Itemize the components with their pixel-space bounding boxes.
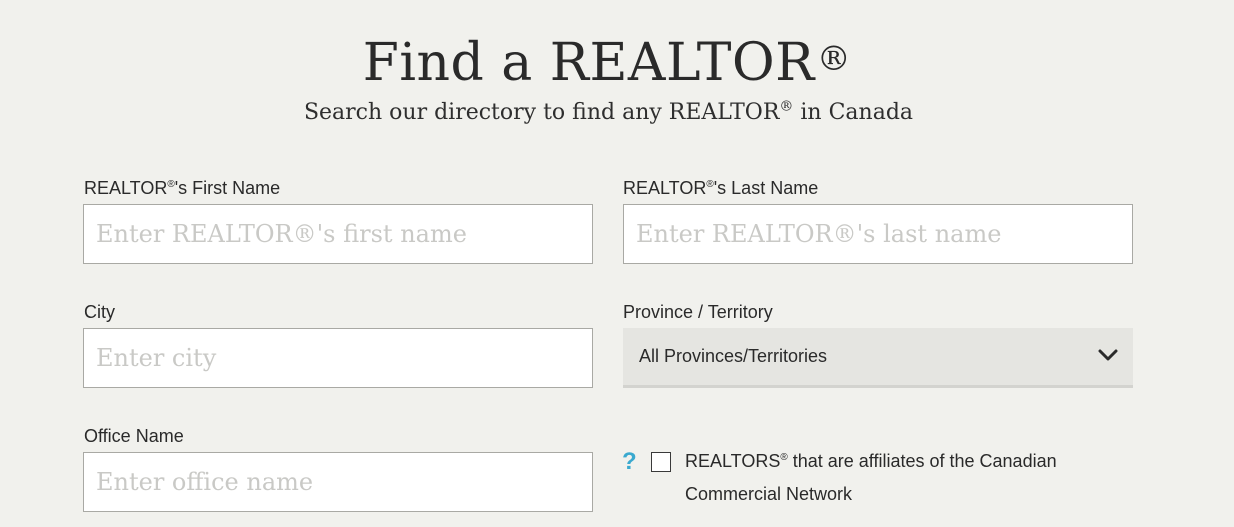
page-title-text: Find a REALTOR (362, 33, 815, 93)
last-name-label-suffix: 's Last Name (713, 178, 819, 198)
page-subtitle: Search our directory to find any REALTOR… (0, 98, 1217, 128)
ccn-affiliate-label[interactable]: REALTORS® that are affiliates of the Can… (685, 445, 1145, 511)
help-question-icon[interactable]: ? (622, 448, 637, 476)
first-name-input[interactable] (83, 204, 593, 264)
page-title: Find a REALTOR® (0, 30, 1214, 96)
office-name-input[interactable] (83, 452, 593, 512)
first-name-label-text: REALTOR (84, 178, 168, 198)
first-name-label-suffix: 's First Name (174, 178, 281, 198)
ccn-affiliate-checkbox[interactable] (651, 452, 671, 472)
province-select[interactable]: All Provinces/Territories (623, 328, 1133, 388)
chevron-down-icon (1097, 344, 1119, 366)
last-name-input[interactable] (623, 204, 1133, 264)
registered-mark: ® (706, 179, 714, 190)
ccn-affiliate-label-text: REALTORS (685, 451, 781, 471)
province-label: Province / Territory (623, 302, 773, 322)
city-label: City (84, 302, 115, 322)
page-subtitle-text: Search our directory to find any REALTOR (303, 100, 780, 125)
office-name-label: Office Name (84, 426, 184, 446)
last-name-label-text: REALTOR (623, 178, 707, 198)
registered-mark: ® (167, 179, 175, 190)
last-name-label: REALTOR®'s Last Name (623, 177, 818, 199)
registered-mark: ® (779, 98, 794, 115)
first-name-label: REALTOR®'s First Name (84, 177, 280, 199)
registered-mark: ® (780, 452, 788, 463)
city-input[interactable] (83, 328, 593, 388)
registered-mark: ® (816, 39, 852, 79)
province-selected-value: All Provinces/Territories (639, 346, 828, 366)
page-subtitle-suffix: in Canada (793, 100, 914, 125)
